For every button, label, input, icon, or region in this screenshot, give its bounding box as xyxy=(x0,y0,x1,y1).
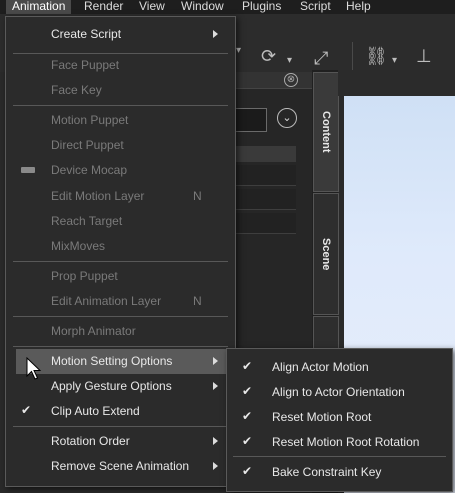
submenu-item-bake-constraint-key[interactable]: ✔ Bake Constraint Key xyxy=(227,460,452,485)
menu-script[interactable]: Script xyxy=(300,0,331,14)
menu-item-label: Direct Puppet xyxy=(51,138,124,152)
menu-animation[interactable]: Animation xyxy=(6,0,72,14)
menu-divider xyxy=(13,261,228,262)
panel-header xyxy=(234,72,312,89)
check-icon: ✔ xyxy=(242,409,253,423)
tab-content-label: Content xyxy=(320,111,332,153)
check-icon: ✔ xyxy=(21,403,32,417)
submenu-divider xyxy=(233,456,446,457)
list-item[interactable] xyxy=(234,213,296,234)
menu-item-reach-target: Reach Target xyxy=(6,209,235,234)
animation-menu: Create Script Face Puppet Face Key Motio… xyxy=(5,16,236,487)
list-item[interactable] xyxy=(234,189,296,210)
submenu-arrow-icon xyxy=(213,437,218,445)
tab-scene[interactable]: Scene xyxy=(313,193,339,315)
search-input[interactable] xyxy=(234,108,267,132)
menu-item-morph-animator: Morph Animator xyxy=(6,319,235,344)
check-icon: ✔ xyxy=(242,384,253,398)
menu-item-label: Remove Scene Animation xyxy=(51,459,190,473)
menu-item-motion-puppet: Motion Puppet xyxy=(6,108,235,133)
submenu-item-align-to-actor-orientation[interactable]: ✔ Align to Actor Orientation xyxy=(227,380,452,405)
submenu-item-label: Bake Constraint Key xyxy=(272,465,382,479)
menu-help[interactable]: Help xyxy=(346,0,371,14)
menu-divider xyxy=(13,105,228,106)
menu-item-label: Face Key xyxy=(51,83,102,97)
menu-divider xyxy=(13,426,228,427)
rotate-icon[interactable]: ⟳ xyxy=(261,47,276,65)
menu-item-face-puppet: Face Puppet xyxy=(6,53,235,78)
submenu-item-reset-motion-root-rotation[interactable]: ✔ Reset Motion Root Rotation xyxy=(227,430,452,455)
dropdown-arrow-icon[interactable]: ▾ xyxy=(236,42,241,60)
close-icon[interactable]: ⊗ xyxy=(284,73,298,87)
submenu-item-reset-motion-root[interactable]: ✔ Reset Motion Root xyxy=(227,405,452,430)
menu-item-label: Create Script xyxy=(51,27,122,41)
motion-setting-options-submenu: ✔ Align Actor Motion ✔ Align to Actor Or… xyxy=(226,348,453,492)
shortcut-key: N xyxy=(193,189,202,203)
menu-item-device-mocap: Device Mocap xyxy=(6,158,235,183)
link-icon[interactable]: ⛓ xyxy=(365,47,388,65)
menu-item-label: MixMoves xyxy=(51,239,106,253)
submenu-item-align-actor-motion[interactable]: ✔ Align Actor Motion xyxy=(227,355,452,380)
submenu-item-label: Align to Actor Orientation xyxy=(272,385,405,399)
menu-item-clip-auto-extend[interactable]: ✔ Clip Auto Extend xyxy=(6,399,235,424)
submenu-item-label: Reset Motion Root Rotation xyxy=(272,435,420,449)
submenu-arrow-icon xyxy=(213,357,218,365)
menu-item-rotation-order[interactable]: Rotation Order xyxy=(6,429,235,454)
menu-window[interactable]: Window xyxy=(181,0,224,14)
menu-item-create-script[interactable]: Create Script xyxy=(6,22,235,47)
check-icon: ✔ xyxy=(242,464,253,478)
menu-item-label: Face Puppet xyxy=(51,58,120,72)
tab-scene-label: Scene xyxy=(320,237,332,271)
menu-item-edit-motion-layer: Edit Motion Layer N xyxy=(6,184,235,209)
tab-extra[interactable] xyxy=(313,316,339,350)
menu-item-label: Morph Animator xyxy=(51,324,136,338)
menu-render[interactable]: Render xyxy=(84,0,123,14)
list-item[interactable] xyxy=(234,165,296,186)
check-icon: ✔ xyxy=(242,434,253,448)
menu-item-label: Motion Puppet xyxy=(51,113,129,127)
menu-item-label: Motion Setting Options xyxy=(51,354,173,368)
dropdown-arrow-icon[interactable]: ▾ xyxy=(287,52,292,70)
menu-item-label: Edit Motion Layer xyxy=(51,189,145,203)
tab-content[interactable]: Content xyxy=(313,72,339,192)
shortcut-key: N xyxy=(193,294,202,308)
menu-plugins[interactable]: Plugins xyxy=(242,0,281,14)
menu-item-edit-animation-layer: Edit Animation Layer N xyxy=(6,289,235,314)
chevron-down-icon[interactable]: ⌄ xyxy=(277,108,297,128)
mocap-device-icon xyxy=(21,167,35,173)
menu-item-label: Device Mocap xyxy=(51,163,128,177)
menu-item-motion-setting-options[interactable]: Motion Setting Options xyxy=(16,349,235,374)
dropdown-arrow-icon[interactable]: ▾ xyxy=(392,52,397,70)
menu-bar: Animation Render View Window Plugins Scr… xyxy=(0,0,455,14)
menu-item-prop-puppet: Prop Puppet xyxy=(6,264,235,289)
submenu-arrow-icon xyxy=(213,382,218,390)
menu-item-label: Prop Puppet xyxy=(51,269,118,283)
menu-divider xyxy=(13,316,228,317)
check-icon: ✔ xyxy=(242,359,253,373)
menu-item-label: Reach Target xyxy=(51,214,123,228)
menu-item-face-key: Face Key xyxy=(6,78,235,103)
menu-item-label: Edit Animation Layer xyxy=(51,294,162,308)
menu-item-direct-puppet: Direct Puppet xyxy=(6,133,235,158)
menu-item-label: Clip Auto Extend xyxy=(51,404,140,418)
viewport-header xyxy=(338,70,455,96)
panel-header-strip xyxy=(234,146,296,162)
menu-item-remove-scene-animation[interactable]: Remove Scene Animation xyxy=(6,454,235,479)
menu-divider xyxy=(13,346,228,347)
submenu-item-label: Reset Motion Root xyxy=(272,410,372,424)
menu-view[interactable]: View xyxy=(139,0,165,14)
menu-item-mixmoves: MixMoves xyxy=(6,234,235,259)
mouse-cursor-icon xyxy=(26,357,42,380)
align-icon[interactable]: ⊥ xyxy=(416,47,432,65)
scale-icon[interactable]: ⤢ xyxy=(314,49,328,67)
menu-item-label: Rotation Order xyxy=(51,434,130,448)
submenu-item-label: Align Actor Motion xyxy=(272,360,369,374)
menu-item-label: Apply Gesture Options xyxy=(51,379,172,393)
submenu-arrow-icon xyxy=(213,30,218,38)
submenu-arrow-icon xyxy=(213,462,218,470)
